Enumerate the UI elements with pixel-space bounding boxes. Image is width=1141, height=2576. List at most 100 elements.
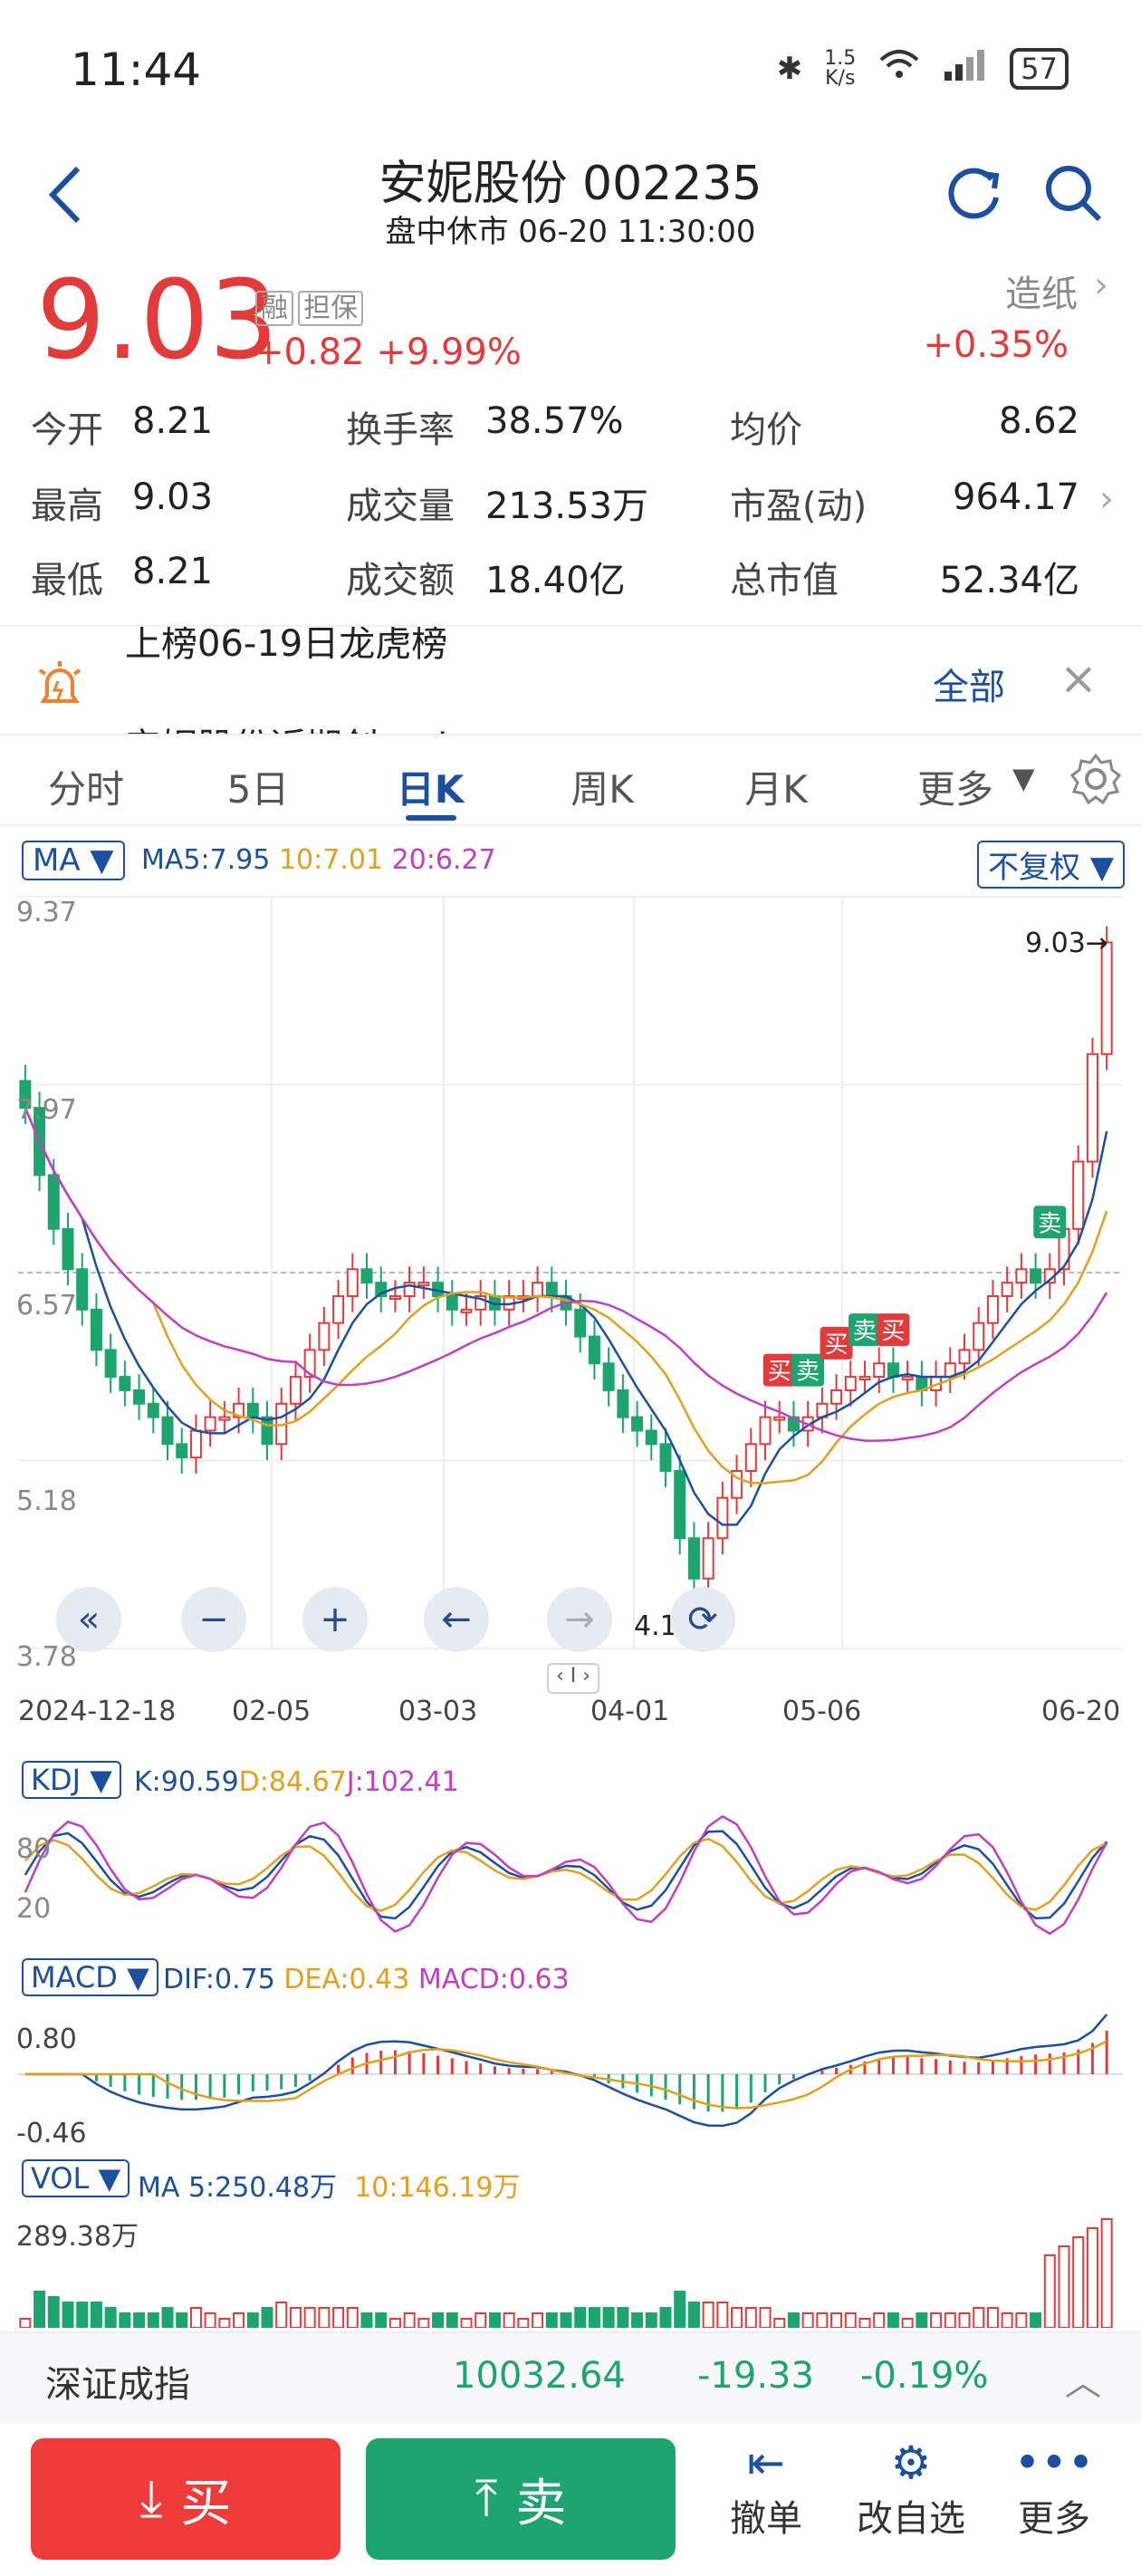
signal-marker: 卖 bbox=[1033, 1206, 1067, 1239]
candle bbox=[773, 1416, 786, 1421]
tab-daily[interactable]: 日K bbox=[371, 759, 489, 814]
refresh-icon[interactable] bbox=[942, 161, 1005, 228]
watchlist-button[interactable]: ⚙ 改自选 bbox=[848, 2437, 974, 2542]
adjust-select[interactable]: 不复权 ▼ bbox=[977, 841, 1125, 889]
kdj-select[interactable]: KDJ ▼ bbox=[22, 1761, 121, 1799]
candle bbox=[887, 1362, 899, 1379]
signal-marker: 买 bbox=[877, 1313, 910, 1347]
tab-more[interactable]: 更多 bbox=[906, 759, 1005, 814]
cancel-order-button[interactable]: ⇤ 撤单 bbox=[703, 2437, 829, 2542]
volume-bar bbox=[702, 2302, 714, 2328]
candle bbox=[90, 1308, 102, 1351]
y-tick: 3.78 bbox=[16, 1641, 77, 1673]
volume-bar bbox=[1015, 2312, 1028, 2328]
sell-arrow-icon: ⤒ bbox=[475, 2469, 498, 2528]
more-button[interactable]: ••• 更多 bbox=[991, 2437, 1117, 2542]
volume-bar bbox=[830, 2312, 843, 2328]
signal-icon bbox=[943, 48, 988, 89]
chevron-right-icon[interactable]: › bbox=[1094, 264, 1108, 306]
tab-timeshare[interactable]: 分时 bbox=[27, 759, 145, 814]
volume-bar bbox=[731, 2307, 743, 2328]
news-ticker[interactable]: 上榜06-19日龙虎榜 安妮股份近期创under 全部 × bbox=[0, 625, 1141, 735]
candle bbox=[62, 1227, 74, 1271]
candle bbox=[617, 1389, 629, 1418]
stat-value: 8.62 bbox=[998, 400, 1079, 442]
vol-select[interactable]: VOL ▼ bbox=[22, 2159, 130, 2197]
chevron-right-icon[interactable]: › bbox=[1099, 478, 1114, 520]
volume-bar bbox=[176, 2312, 188, 2328]
volume-bar bbox=[119, 2312, 131, 2328]
current-price: 9.03 bbox=[36, 258, 279, 384]
fast-backward-button[interactable]: « bbox=[56, 1587, 121, 1652]
candle bbox=[759, 1416, 772, 1446]
volume-bar bbox=[858, 2318, 871, 2328]
volume-bar bbox=[233, 2312, 245, 2328]
signal-marker: 卖 bbox=[791, 1353, 825, 1387]
candle bbox=[1015, 1268, 1028, 1284]
index-bar[interactable]: 深证成指 10032.64 -19.33 -0.19% ︿ bbox=[0, 2331, 1141, 2424]
margin-tag: 融 bbox=[255, 291, 293, 326]
volume-bar bbox=[716, 2302, 729, 2328]
volume-bar bbox=[844, 2312, 857, 2328]
rotate-icon[interactable]: ⟳ bbox=[670, 1587, 735, 1652]
x-tick: 04-01 bbox=[590, 1696, 670, 1727]
move-right-button[interactable]: → bbox=[547, 1587, 612, 1652]
stat-label: 成交额 bbox=[346, 560, 455, 601]
sell-button[interactable]: ⤒ 卖 bbox=[366, 2438, 676, 2560]
volume-bar bbox=[261, 2307, 273, 2328]
tab-weekly[interactable]: 周K bbox=[543, 759, 661, 814]
volume-bar bbox=[47, 2296, 60, 2328]
main-indicator-select[interactable]: MA ▼ bbox=[22, 841, 125, 880]
buy-button[interactable]: ⤓ 买 bbox=[31, 2438, 340, 2560]
stat-value: 9.03 bbox=[132, 476, 214, 518]
kline-chart[interactable]: 买卖买卖买卖 bbox=[0, 888, 1141, 1685]
signal-marker: 买 bbox=[762, 1353, 796, 1387]
volume-bar bbox=[332, 2307, 345, 2328]
volume-bar bbox=[189, 2307, 202, 2328]
volume-bar bbox=[1072, 2236, 1085, 2328]
candle bbox=[958, 1349, 971, 1365]
battery-icon: 57 bbox=[1010, 47, 1069, 90]
volume-bar bbox=[446, 2312, 458, 2328]
stat-value: 213.53万 bbox=[485, 485, 648, 527]
stat-label: 总市值 bbox=[730, 560, 839, 601]
tab-5day[interactable]: 5日 bbox=[199, 759, 317, 814]
volume-bar bbox=[90, 2302, 102, 2328]
zoom-in-button[interactable]: + bbox=[302, 1587, 368, 1652]
candle bbox=[986, 1294, 999, 1324]
close-icon[interactable]: × bbox=[1060, 652, 1098, 705]
search-icon[interactable] bbox=[1041, 161, 1105, 228]
volume-bar bbox=[773, 2318, 786, 2328]
volume-bar bbox=[986, 2307, 999, 2328]
move-left-button[interactable]: ← bbox=[424, 1587, 489, 1652]
svg-text:买: 买 bbox=[825, 1331, 849, 1359]
stat-label: 市盈(动) bbox=[730, 485, 868, 527]
candle bbox=[147, 1402, 159, 1418]
gear-icon[interactable] bbox=[1069, 752, 1123, 810]
candle bbox=[901, 1376, 914, 1381]
sector-change: +0.35% bbox=[923, 324, 1069, 366]
svg-text:买: 买 bbox=[881, 1318, 905, 1345]
volume-bar bbox=[588, 2307, 600, 2328]
tab-monthly[interactable]: 月K bbox=[717, 759, 835, 814]
macd-select[interactable]: MACD ▼ bbox=[22, 1958, 158, 1996]
stat-value: 18.40亿 bbox=[485, 560, 626, 601]
net-speed: 1.5 K/s bbox=[824, 46, 857, 90]
caret-down-icon[interactable]: ▼ bbox=[1012, 761, 1035, 795]
news-all-link[interactable]: 全部 bbox=[933, 658, 1005, 710]
candle bbox=[1001, 1282, 1013, 1297]
candle bbox=[674, 1470, 686, 1540]
sector-link[interactable]: 造纸 bbox=[1005, 264, 1078, 317]
stat-value: 8.21 bbox=[132, 400, 214, 442]
stat-label: 今开 bbox=[31, 409, 103, 451]
candle bbox=[119, 1376, 131, 1391]
candle bbox=[133, 1389, 146, 1405]
candle bbox=[289, 1376, 302, 1405]
candle bbox=[460, 1308, 473, 1313]
volume-bar bbox=[645, 2312, 657, 2328]
watchlist-icon: ⚙ bbox=[890, 2437, 932, 2489]
zoom-out-button[interactable]: − bbox=[181, 1587, 246, 1652]
scroll-handle[interactable]: ‹ I › bbox=[547, 1663, 599, 1694]
chevron-up-icon[interactable]: ︿ bbox=[1065, 2353, 1101, 2406]
volume-bar bbox=[76, 2302, 89, 2328]
